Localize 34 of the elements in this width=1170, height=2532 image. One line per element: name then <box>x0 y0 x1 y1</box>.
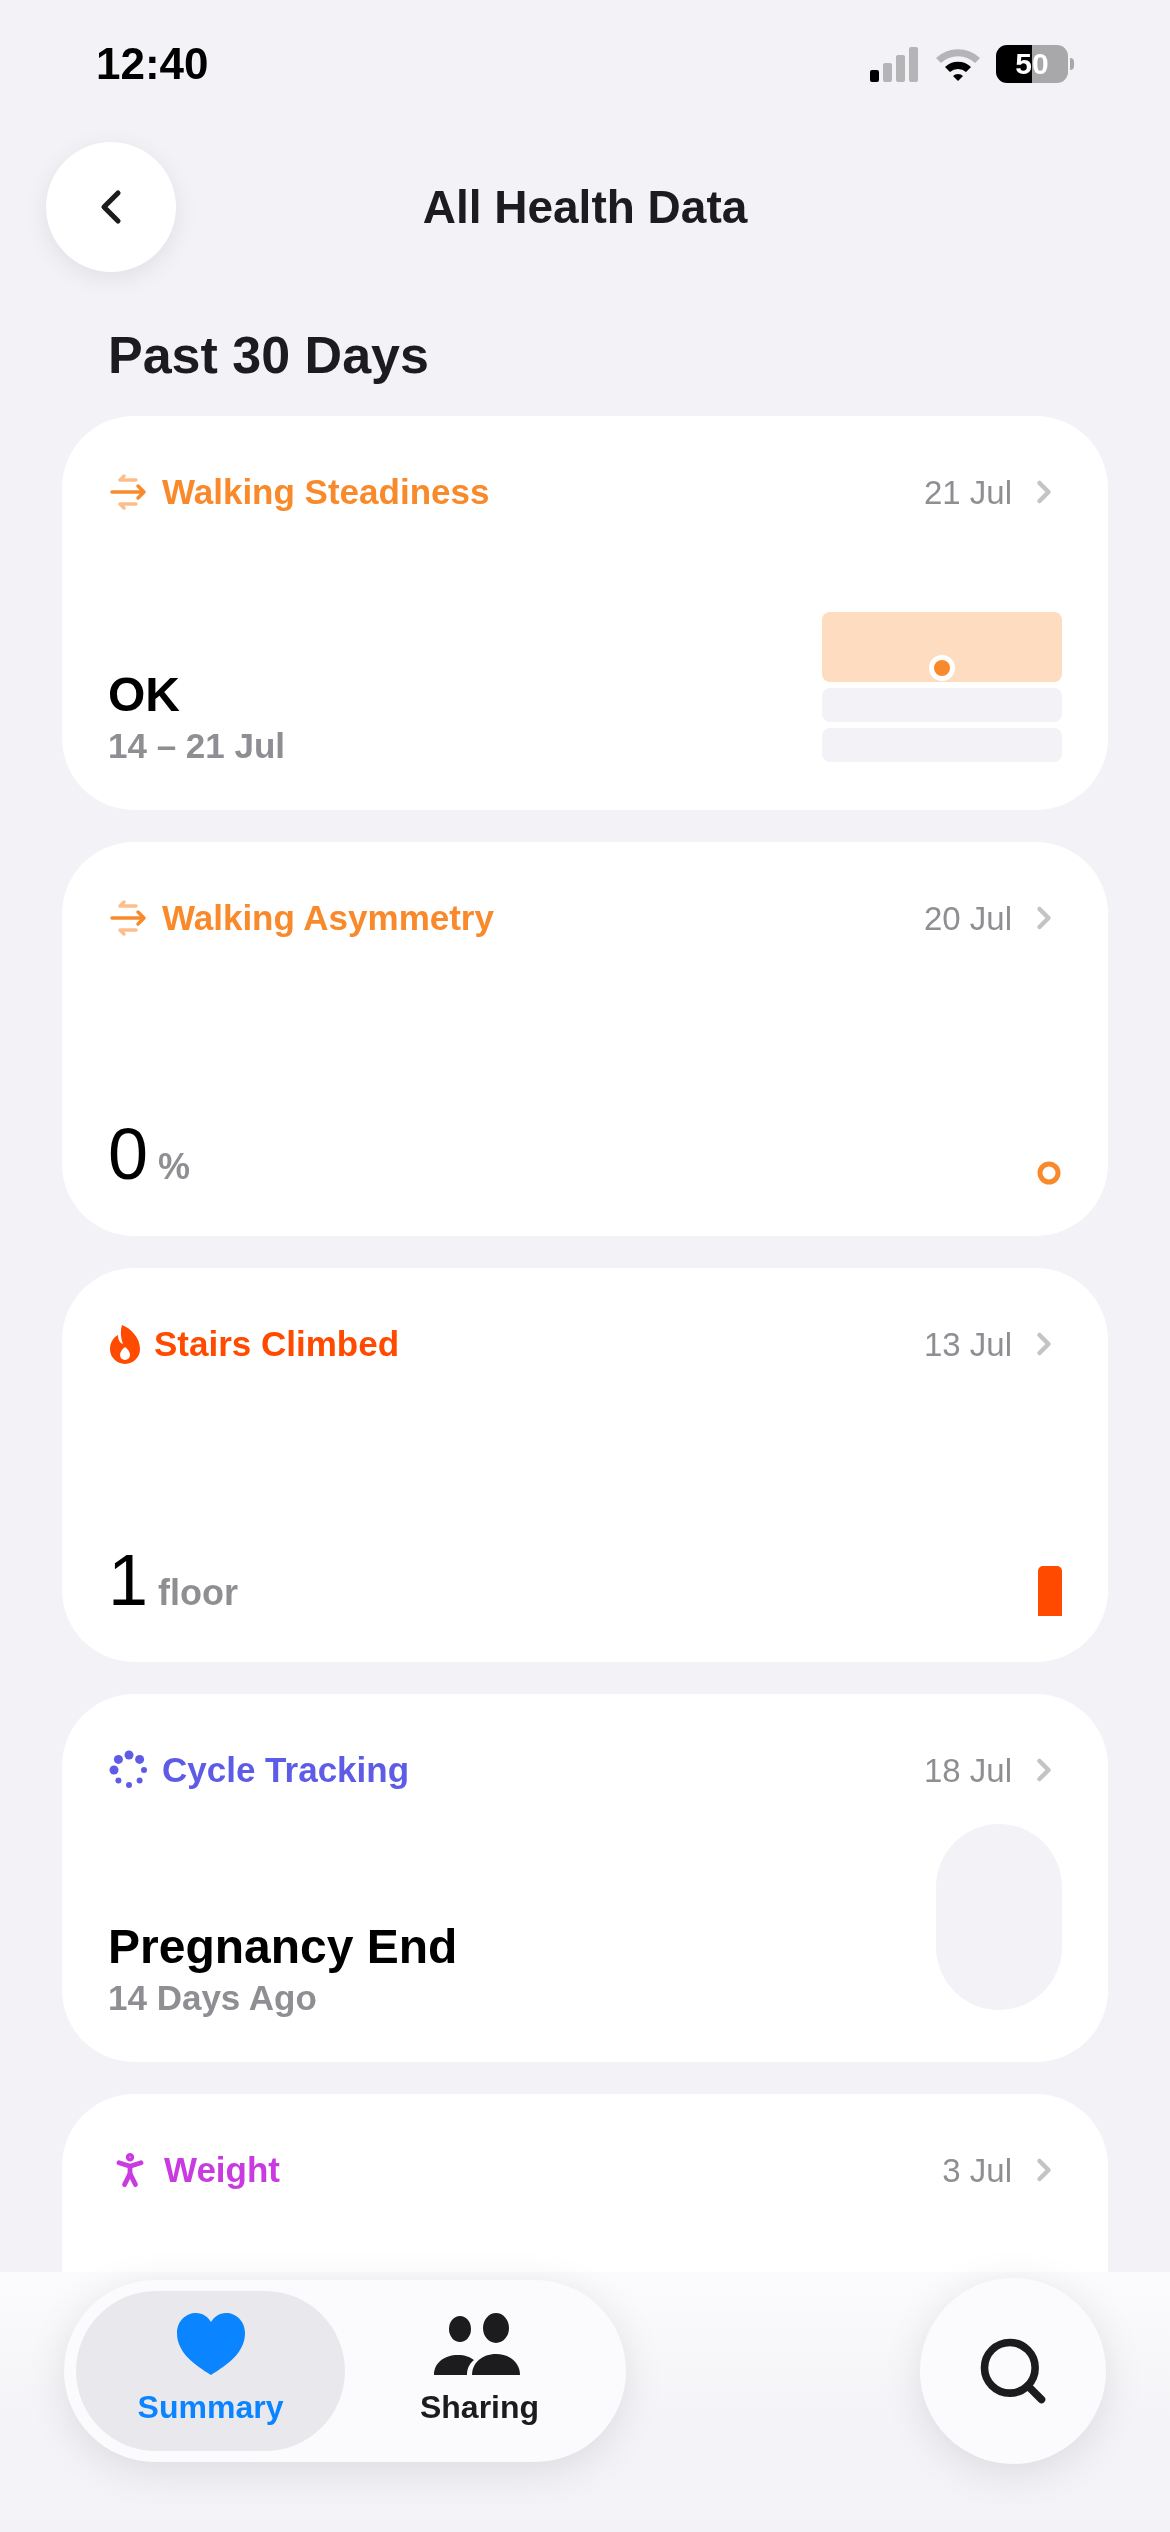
health-card[interactable]: Weight 3 Jul <box>62 2094 1108 2272</box>
card-date: 13 Jul <box>923 1324 1012 1365</box>
card-title: Cycle Tracking <box>162 1749 410 1791</box>
floor-bar <box>1038 1566 1062 1616</box>
card-date: 20 Jul <box>923 898 1012 939</box>
card-date: 18 Jul <box>923 1750 1012 1791</box>
ring-dot-icon <box>1036 1160 1062 1186</box>
status-time: 12:40 <box>96 38 209 90</box>
section-title: Past 30 Days <box>108 326 429 384</box>
card-subtitle: 14 – 21 Jul <box>108 725 286 767</box>
card-value: 0 <box>108 1114 149 1194</box>
health-card[interactable]: Cycle Tracking 18 Jul Pregnancy End 14 Days Ago <box>62 1694 1108 2062</box>
flame-icon <box>108 1323 142 1366</box>
card-date: 21 Jul <box>923 472 1012 513</box>
card-unit: % <box>158 1145 191 1189</box>
card-title: Walking Steadiness <box>162 471 490 513</box>
health-card[interactable]: Walking Steadiness 21 Jul OK 14 – 21 Jul <box>62 416 1108 810</box>
wifi-icon <box>934 46 982 82</box>
health-card[interactable]: Walking Asymmetry 20 Jul 0% <box>62 842 1108 1236</box>
tab-item[interactable]: Sharing <box>345 2291 614 2451</box>
card-date: 3 Jul <box>942 2150 1012 2191</box>
card-value: 1 <box>108 1540 149 1620</box>
card-title: Walking Asymmetry <box>162 897 494 939</box>
card-value: OK <box>108 667 181 723</box>
signal-icon <box>870 46 920 82</box>
card-title: Weight <box>164 2149 280 2191</box>
page-title: All Health Data <box>422 179 748 235</box>
battery-indicator: 50 <box>996 45 1068 83</box>
health-card[interactable]: Stairs Climbed 13 Jul 1 floor <box>62 1268 1108 1662</box>
heart-icon <box>174 2311 247 2377</box>
card-title: Stairs Climbed <box>154 1323 400 1365</box>
card-unit: floor <box>158 1571 239 1615</box>
card-value: Pregnancy End <box>108 1919 458 1975</box>
card-subtitle: 14 Days Ago <box>108 1977 318 2019</box>
